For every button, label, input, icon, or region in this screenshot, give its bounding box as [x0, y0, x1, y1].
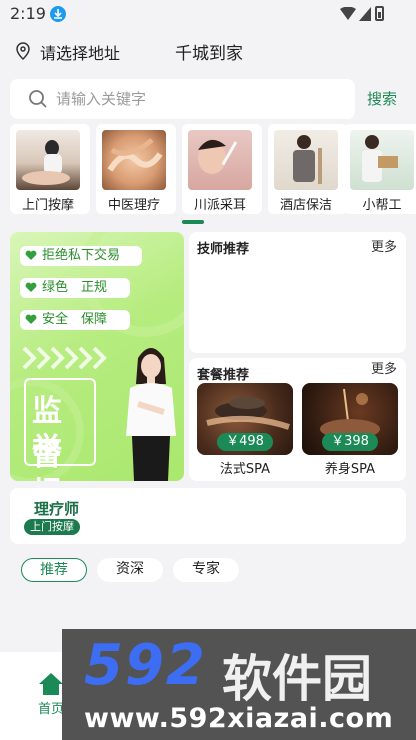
watermark-logo: 592	[84, 633, 207, 698]
header: 请选择地址 千城到家	[0, 34, 416, 68]
nav-home[interactable]: 首页	[38, 698, 64, 717]
report-box: 监督 举报	[24, 378, 96, 481]
package-title: 套餐推荐	[197, 368, 250, 383]
filter-senior[interactable]: 资深	[97, 558, 163, 582]
watermark-logo-cn: 软件园	[222, 650, 372, 708]
technician-more-link[interactable]: 更多	[371, 236, 397, 255]
package-price: ￥498	[217, 433, 273, 451]
package-more-link[interactable]: 更多	[371, 358, 397, 377]
therapist-tag: 上门按摩	[24, 519, 80, 535]
category-strip: 上门按摩 中医理疗 川派采耳 酒店保洁 小帮工	[10, 124, 416, 214]
wifi-icon	[340, 7, 356, 20]
watermark-overlay: 592 软件园 www.592xiazai.com	[62, 629, 416, 740]
category-massage[interactable]: 上门按摩	[10, 124, 90, 214]
search-bar	[10, 79, 355, 119]
category-label: 中医理疗	[107, 198, 160, 213]
massage-image	[16, 130, 80, 190]
technician-title: 技师推荐	[197, 242, 250, 257]
promo-badge: 绿色 正规	[20, 278, 130, 298]
category-label: 酒店保洁	[279, 198, 332, 213]
category-tcm[interactable]: 中医理疗	[96, 124, 176, 214]
promo-badge: 拒绝私下交易	[20, 246, 142, 266]
status-time: 2:19	[10, 4, 46, 23]
package-name[interactable]: 养身SPA	[302, 458, 398, 477]
battery-icon	[375, 6, 384, 21]
signal-icon	[359, 7, 371, 21]
filter-recommend[interactable]: 推荐	[21, 558, 87, 582]
category-ear[interactable]: 川派采耳	[182, 124, 262, 214]
search-button[interactable]: 搜索	[367, 88, 397, 109]
cleaning-image	[274, 130, 338, 190]
technician-card: 技师推荐 更多	[189, 232, 406, 353]
search-input[interactable]	[56, 79, 336, 119]
package-price: ￥398	[322, 433, 378, 451]
download-icon	[50, 6, 66, 22]
heart-icon	[25, 314, 37, 324]
category-helper[interactable]: 小帮工	[344, 124, 416, 214]
search-icon	[29, 90, 47, 108]
category-label: 小帮工	[362, 198, 402, 213]
package-item-french-spa[interactable]: ￥498	[197, 383, 293, 455]
promo-badge-text: 绿色 正规	[42, 280, 108, 295]
helper-image	[350, 130, 414, 190]
category-label: 川派采耳	[193, 198, 246, 213]
heart-icon	[25, 282, 37, 292]
promo-woman-image	[126, 348, 176, 481]
watermark-url: www.592xiazai.com	[84, 703, 394, 734]
package-item-health-spa[interactable]: ￥398	[302, 383, 398, 455]
tcm-image	[102, 130, 166, 190]
package-name[interactable]: 法式SPA	[197, 458, 293, 477]
status-bar: 2:19	[0, 0, 416, 30]
therapist-title: 理疗师	[34, 500, 80, 518]
heart-icon	[25, 250, 37, 260]
report-headline: 举报	[32, 432, 64, 481]
ear-cleaning-image	[188, 130, 252, 190]
therapist-section[interactable]: 理疗师 上门按摩	[10, 488, 406, 544]
category-label: 上门按摩	[21, 198, 74, 213]
home-icon[interactable]	[38, 672, 64, 696]
category-cleaning[interactable]: 酒店保洁	[268, 124, 348, 214]
promo-banner[interactable]: 拒绝私下交易 绿色 正规 安全 保障 监督 举报	[10, 232, 184, 481]
scroll-indicator	[182, 220, 204, 224]
app-title: 千城到家	[175, 44, 243, 64]
promo-badge: 安全 保障	[20, 310, 130, 330]
filter-expert[interactable]: 专家	[173, 558, 239, 582]
location-pin-icon[interactable]	[16, 42, 30, 60]
promo-badge-text: 拒绝私下交易	[42, 248, 121, 263]
chevrons-icon	[22, 346, 107, 370]
promo-badge-text: 安全 保障	[42, 312, 108, 327]
location-selector[interactable]: 请选择地址	[40, 40, 120, 64]
